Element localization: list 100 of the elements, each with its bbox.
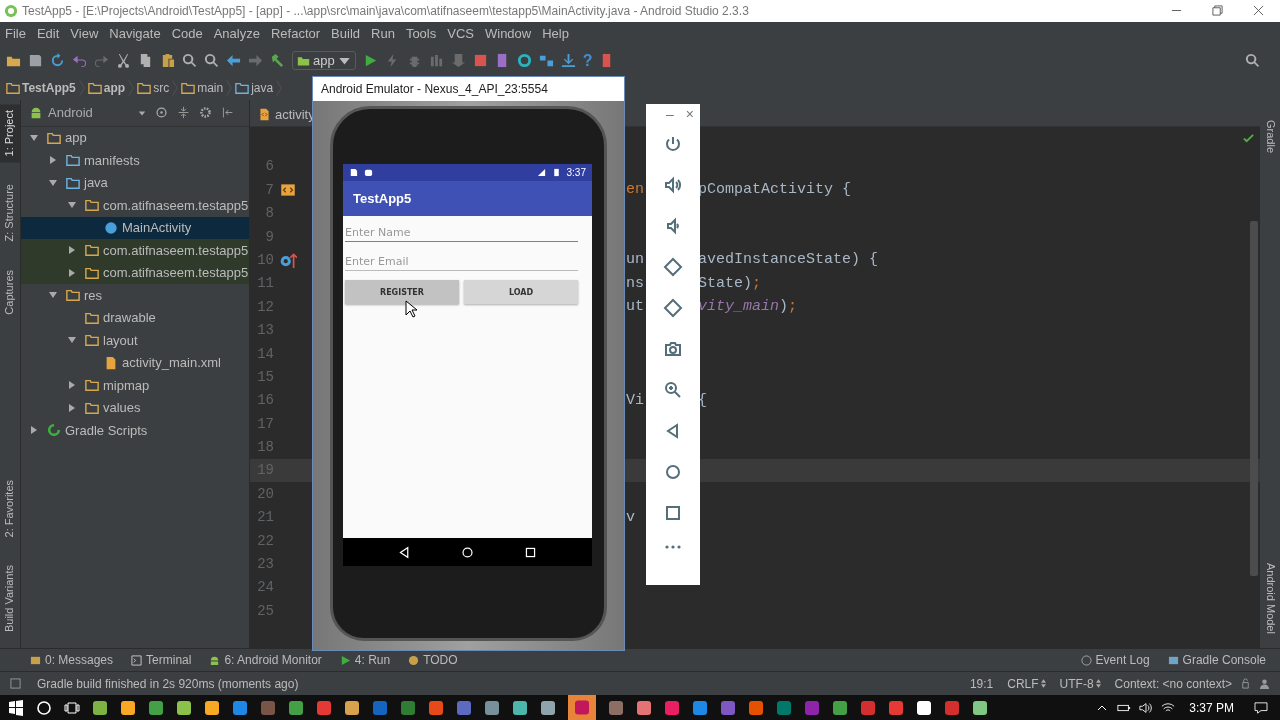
tool-window-tab[interactable]: 4: Run: [339, 653, 391, 668]
taskbar-clock[interactable]: 3:37 PM: [1189, 700, 1234, 715]
tree-item[interactable]: com.atifnaseem.testapp5: [21, 239, 249, 262]
menu-item[interactable]: Edit: [36, 26, 60, 42]
tree-item[interactable]: Gradle Scripts: [21, 419, 249, 442]
tool-window-tab[interactable]: Z: Structure: [0, 178, 20, 248]
camera-icon[interactable]: [663, 339, 683, 359]
menu-item[interactable]: VCS: [447, 26, 474, 42]
task-view-icon[interactable]: [64, 699, 80, 716]
app-icon[interactable]: [120, 699, 136, 716]
tool-window-tab[interactable]: Terminal: [131, 653, 192, 668]
tree-item[interactable]: com.atifnaseem.testapp5: [21, 194, 249, 217]
app-icon[interactable]: [540, 699, 556, 716]
tree-item[interactable]: values: [21, 396, 249, 420]
tree-item[interactable]: app: [21, 126, 249, 150]
tree-item[interactable]: drawable: [21, 306, 249, 330]
rotate-right-icon[interactable]: [663, 298, 683, 318]
sync-icon[interactable]: [50, 53, 65, 69]
gear-icon[interactable]: [198, 106, 212, 120]
search-icon[interactable]: [36, 699, 52, 716]
lock-icon[interactable]: [1240, 678, 1251, 690]
help-button[interactable]: ?: [582, 51, 593, 70]
menu-item[interactable]: Analyze: [213, 26, 260, 42]
app-icon[interactable]: [344, 699, 360, 716]
layout-icon[interactable]: [538, 53, 554, 69]
stop-icon[interactable]: [472, 53, 488, 69]
tool-window-tab[interactable]: 6: Android Monitor: [209, 653, 322, 668]
text-field[interactable]: Enter Name: [345, 222, 578, 242]
app-button[interactable]: LOAD: [464, 280, 578, 304]
app-icon[interactable]: [972, 699, 988, 716]
app-icon[interactable]: [832, 699, 848, 716]
caret-icon[interactable]: [48, 177, 58, 188]
magnifier-icon[interactable]: [204, 53, 219, 69]
caret-icon[interactable]: [67, 267, 77, 278]
tree-item[interactable]: manifests: [21, 149, 249, 172]
menu-item[interactable]: Navigate: [109, 26, 161, 42]
text-field[interactable]: Enter Email: [345, 251, 578, 271]
more-icon[interactable]: [663, 544, 683, 550]
notification-icon[interactable]: [1254, 701, 1268, 714]
menu-item[interactable]: Refactor: [270, 26, 321, 42]
zoom-icon[interactable]: [663, 380, 683, 400]
project-view-dropdown[interactable]: Android: [48, 105, 93, 121]
person-icon[interactable]: [1259, 678, 1270, 690]
save-icon[interactable]: [28, 53, 43, 69]
override-icon[interactable]: [279, 250, 297, 269]
app-icon[interactable]: [148, 699, 164, 716]
caret-icon[interactable]: [67, 245, 77, 256]
menu-item[interactable]: Code: [171, 26, 203, 42]
app-icon[interactable]: [484, 699, 500, 716]
tool-window-tab[interactable]: Gradle Console: [1167, 653, 1266, 668]
tool-window-tab[interactable]: TODO: [408, 653, 458, 668]
app-icon[interactable]: [92, 699, 108, 716]
breadcrumb[interactable]: java: [251, 80, 274, 95]
panel-toggle-icon[interactable]: [10, 678, 21, 690]
app-icon[interactable]: [512, 699, 528, 716]
tree-item[interactable]: mipmap: [21, 374, 249, 397]
back-arrow-icon[interactable]: [226, 53, 241, 69]
back-icon[interactable]: [398, 545, 411, 559]
close-button[interactable]: ×: [685, 106, 694, 122]
scissors-icon[interactable]: [116, 53, 131, 69]
app-icon[interactable]: [288, 699, 304, 716]
tool-window-tab[interactable]: Build Variants: [0, 559, 20, 639]
caret-icon[interactable]: [29, 132, 39, 143]
breadcrumb[interactable]: src: [153, 80, 170, 95]
download-icon[interactable]: [560, 53, 576, 69]
tree-item[interactable]: com.atifnaseem.testapp5: [21, 261, 249, 285]
app-icon[interactable]: [916, 699, 932, 716]
pin-left-icon[interactable]: [220, 106, 234, 120]
app-button[interactable]: REGISTER: [345, 280, 459, 304]
menu-item[interactable]: Window: [484, 26, 532, 42]
volume-up-icon[interactable]: [663, 175, 683, 195]
home-icon[interactable]: [461, 545, 474, 559]
copy-icon[interactable]: [138, 53, 153, 69]
breadcrumb[interactable]: TestApp5: [22, 80, 76, 95]
line-separator-selector[interactable]: CRLF: [1007, 676, 1039, 691]
tree-item[interactable]: layout: [21, 329, 249, 352]
menu-item[interactable]: Help: [542, 26, 569, 42]
breadcrumb[interactable]: main: [197, 80, 224, 95]
tool-window-tab[interactable]: 1: Project: [0, 103, 20, 163]
tool-window-tab[interactable]: Event Log: [1080, 653, 1150, 668]
ring-icon[interactable]: [516, 53, 532, 69]
hammer-icon[interactable]: [270, 53, 285, 69]
minimize-button[interactable]: –: [666, 106, 674, 122]
menu-item[interactable]: Build: [331, 26, 360, 42]
run-configuration-dropdown[interactable]: app: [292, 51, 356, 71]
caret-icon[interactable]: [67, 380, 77, 391]
power-icon[interactable]: [663, 134, 683, 154]
caret-icon[interactable]: [48, 155, 58, 166]
menu-item[interactable]: Tools: [405, 26, 437, 42]
app-icon[interactable]: [176, 699, 192, 716]
tool-window-tab[interactable]: 0: Messages: [30, 653, 114, 668]
tool-window-tab[interactable]: Android Model: [1260, 561, 1280, 637]
windows-logo-icon[interactable]: [8, 699, 24, 716]
breadcrumb[interactable]: app: [103, 80, 126, 95]
undo-icon[interactable]: [72, 53, 87, 69]
menu-item[interactable]: View: [70, 26, 99, 42]
menu-item[interactable]: Run: [371, 26, 395, 42]
tool-window-tab[interactable]: Gradle: [1260, 117, 1280, 155]
tree-item[interactable]: MainActivity: [21, 216, 249, 240]
caret-position[interactable]: 19:1: [969, 676, 994, 691]
